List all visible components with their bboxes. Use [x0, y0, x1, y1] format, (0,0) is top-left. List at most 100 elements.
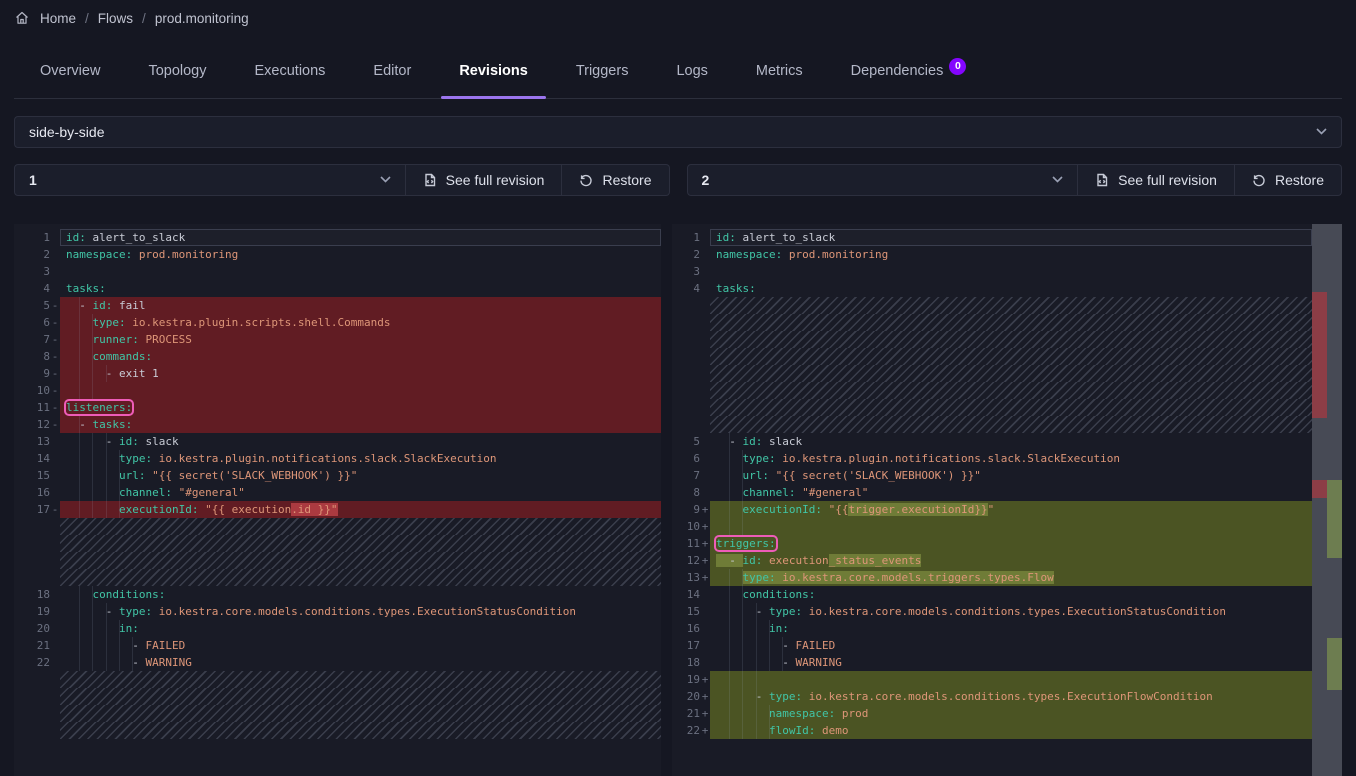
tab-overview[interactable]: Overview	[40, 55, 100, 98]
diff-line: 22+ flowId: demo	[672, 722, 1312, 739]
diff-line: 13+ type: io.kestra.core.models.triggers…	[672, 569, 1312, 586]
diff-line: 7 url: "{{ secret('SLACK_WEBHOOK') }}"	[672, 467, 1312, 484]
tab-triggers[interactable]: Triggers	[576, 55, 629, 98]
diff-line: 18 - WARNING	[672, 654, 1312, 671]
diff-line: 6 type: io.kestra.plugin.notifications.s…	[672, 450, 1312, 467]
diff-mode-value: side-by-side	[29, 124, 1316, 140]
diff-line: 21+ namespace: prod	[672, 705, 1312, 722]
restore-button-left[interactable]: Restore	[562, 164, 669, 196]
diff-match-highlight-box: triggers:	[716, 537, 776, 550]
diff-line	[672, 314, 1312, 331]
file-icon	[423, 173, 437, 187]
diff-line: 16 channel: "#general"	[14, 484, 661, 501]
breadcrumb-home[interactable]: Home	[40, 11, 76, 26]
diff-line: 14 conditions:	[672, 586, 1312, 603]
diff-line: 17- executionId: "{{ execution.id }}"	[14, 501, 661, 518]
see-full-revision-label: See full revision	[446, 172, 545, 188]
diff-line: 3	[672, 263, 1312, 280]
ruler-marker-added	[1327, 638, 1342, 690]
diff-panel-right[interactable]: 1id: alert_to_slack2namespace: prod.moni…	[672, 224, 1342, 776]
dependencies-badge: 0	[949, 58, 966, 75]
revision-buttons-right: See full revision Restore	[1078, 164, 1342, 196]
diff-line	[672, 331, 1312, 348]
diff-line: 22 - WARNING	[14, 654, 661, 671]
diff-line	[672, 297, 1312, 314]
revision-right-value: 2	[702, 172, 1053, 188]
revision-controls: 1 See full revision Restore 2	[14, 164, 1342, 196]
breadcrumb-flows[interactable]: Flows	[98, 11, 133, 26]
diff-line: 10-	[14, 382, 661, 399]
diff-line: 17 - FAILED	[672, 637, 1312, 654]
chevron-down-icon	[1316, 128, 1327, 135]
diff-line: 16 in:	[672, 620, 1312, 637]
diff-line	[14, 671, 661, 688]
diff-mode-select[interactable]: side-by-side	[14, 116, 1342, 148]
diff-line	[14, 688, 661, 705]
ruler-marker-deleted	[1312, 292, 1327, 418]
diff-line: 4tasks:	[672, 280, 1312, 297]
diff-line	[672, 382, 1312, 399]
revision-left-value: 1	[29, 172, 380, 188]
file-icon	[1095, 173, 1109, 187]
diff-line: 10+	[672, 518, 1312, 535]
diff-line	[14, 722, 661, 739]
breadcrumb-flow-id[interactable]: prod.monitoring	[155, 11, 249, 26]
diff-line: 4tasks:	[14, 280, 661, 297]
restore-label: Restore	[602, 172, 651, 188]
breadcrumb-separator: /	[85, 11, 89, 26]
revision-group-left: 1 See full revision Restore	[14, 164, 670, 196]
diff-line: 20+ - type: io.kestra.core.models.condit…	[672, 688, 1312, 705]
see-full-revision-button-right[interactable]: See full revision	[1078, 164, 1235, 196]
chevron-down-icon	[1052, 176, 1063, 183]
tab-bar: Overview Topology Executions Editor Revision…	[14, 55, 1342, 99]
diff-line	[14, 569, 661, 586]
revision-group-right: 2 See full revision Restore	[687, 164, 1343, 196]
tab-revisions[interactable]: Revisions	[459, 55, 528, 98]
home-icon[interactable]	[14, 10, 30, 26]
tab-editor[interactable]: Editor	[373, 55, 411, 98]
diff-line: 13 - id: slack	[14, 433, 661, 450]
diff-line: 2namespace: prod.monitoring	[672, 246, 1312, 263]
diff-line: 9+ executionId: "{{trigger.executionId}}…	[672, 501, 1312, 518]
restore-icon	[1252, 173, 1266, 187]
revision-select-right[interactable]: 2	[687, 164, 1079, 196]
diff-match-highlight-box: listeners:	[66, 401, 132, 414]
diff-line: 3	[14, 263, 661, 280]
ruler-marker-added	[1327, 480, 1342, 558]
restore-icon	[579, 173, 593, 187]
revision-buttons-left: See full revision Restore	[406, 164, 670, 196]
diff-line: 12+ - id: execution_status_events	[672, 552, 1312, 569]
diff-line: 15 url: "{{ secret('SLACK_WEBHOOK') }}"	[14, 467, 661, 484]
restore-button-right[interactable]: Restore	[1235, 164, 1342, 196]
tab-logs[interactable]: Logs	[676, 55, 707, 98]
restore-label: Restore	[1275, 172, 1324, 188]
chevron-down-icon	[380, 176, 391, 183]
ruler-marker-deleted	[1312, 480, 1327, 498]
diff-panel-left[interactable]: 1id: alert_to_slack2namespace: prod.moni…	[14, 224, 661, 776]
tab-metrics[interactable]: Metrics	[756, 55, 803, 98]
tab-executions[interactable]: Executions	[254, 55, 325, 98]
diff-line: 15 - type: io.kestra.core.models.conditi…	[672, 603, 1312, 620]
diff-line: 7- runner: PROCESS	[14, 331, 661, 348]
diff-editor: 1id: alert_to_slack2namespace: prod.moni…	[14, 224, 1342, 776]
diff-line: 2namespace: prod.monitoring	[14, 246, 661, 263]
diff-line	[14, 535, 661, 552]
diff-line: 1id: alert_to_slack	[672, 229, 1312, 246]
breadcrumb-separator: /	[142, 11, 146, 26]
diff-line: 20 in:	[14, 620, 661, 637]
diff-line: 8- commands:	[14, 348, 661, 365]
diff-line: 19 - type: io.kestra.core.models.conditi…	[14, 603, 661, 620]
diff-line	[672, 348, 1312, 365]
diff-line: 14 type: io.kestra.plugin.notifications.…	[14, 450, 661, 467]
diff-overview-ruler[interactable]	[1312, 224, 1342, 776]
revision-select-left[interactable]: 1	[14, 164, 406, 196]
diff-line: 5 - id: slack	[672, 433, 1312, 450]
diff-line: 11-listeners:	[14, 399, 661, 416]
see-full-revision-button-left[interactable]: See full revision	[406, 164, 563, 196]
diff-line	[14, 518, 661, 535]
diff-line	[672, 399, 1312, 416]
tab-dependencies[interactable]: Dependencies0	[851, 55, 967, 98]
tab-topology[interactable]: Topology	[148, 55, 206, 98]
diff-line	[672, 365, 1312, 382]
diff-line: 6- type: io.kestra.plugin.scripts.shell.…	[14, 314, 661, 331]
